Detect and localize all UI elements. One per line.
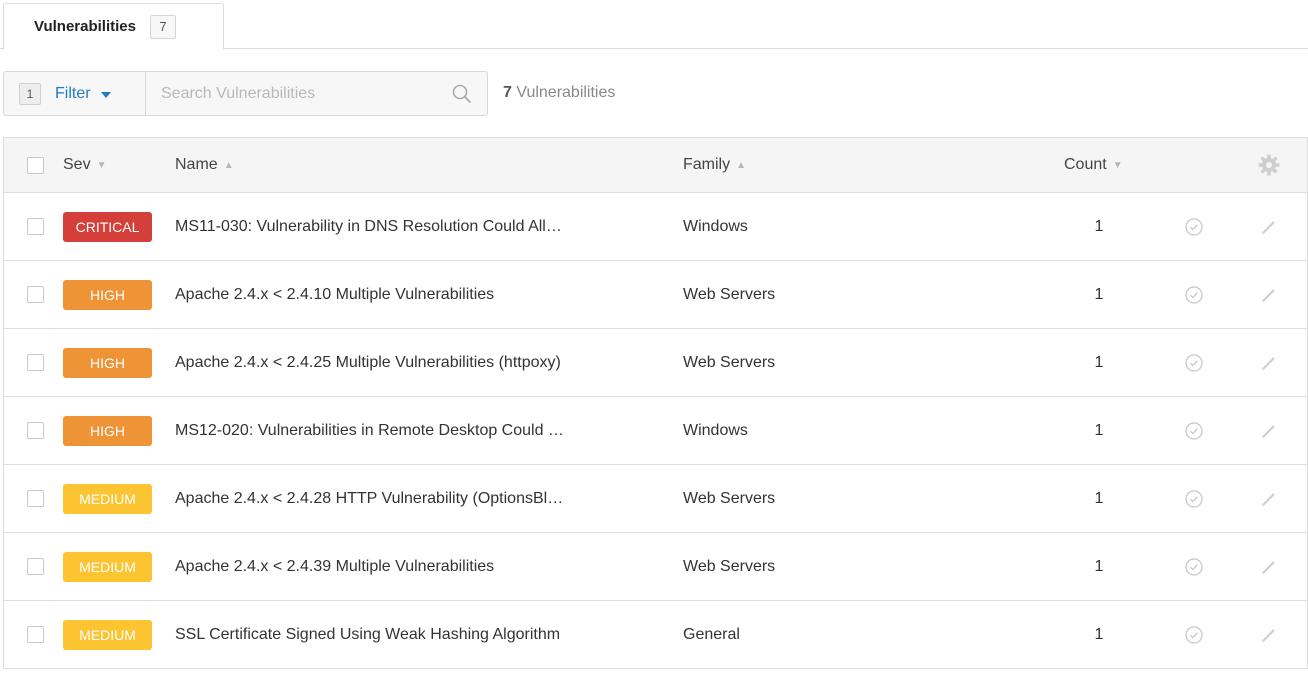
vulnerability-total-label: Vulnerabilities [516,84,616,101]
check-circle-icon[interactable] [1184,489,1204,509]
sort-desc-icon: ▼ [96,159,107,171]
vulnerability-name[interactable]: Apache 2.4.x < 2.4.39 Multiple Vulnerabi… [175,558,494,576]
row-checkbox[interactable] [27,422,44,439]
column-header-name[interactable]: Name ▲ [175,138,665,192]
severity-badge: MEDIUM [63,619,152,650]
column-header-count[interactable]: Count ▼ [1064,138,1123,192]
row-checkbox[interactable] [27,354,44,371]
severity-badge: MEDIUM [63,551,152,582]
pencil-icon[interactable] [1259,353,1279,373]
filter-count-badge: 1 [19,82,41,105]
vulnerabilities-table: Sev ▼ Name ▲ Family ▲ Count ▼ CRITICAL M… [3,137,1308,669]
sort-asc-icon: ▲ [223,159,234,171]
pencil-icon[interactable] [1259,557,1279,577]
severity-badge: HIGH [63,347,152,378]
table-row[interactable]: MEDIUM Apache 2.4.x < 2.4.28 HTTP Vulner… [4,465,1307,533]
row-checkbox[interactable] [27,490,44,507]
table-row[interactable]: HIGH Apache 2.4.x < 2.4.25 Multiple Vuln… [4,329,1307,397]
column-header-count-label: Count [1064,156,1107,173]
check-circle-icon[interactable] [1184,285,1204,305]
filter-bar: 1 Filter [3,71,488,116]
table-row[interactable]: HIGH Apache 2.4.x < 2.4.10 Multiple Vuln… [4,261,1307,329]
vulnerability-family: Web Servers [683,489,776,507]
check-circle-icon[interactable] [1184,353,1204,373]
row-checkbox[interactable] [27,286,44,303]
table-body: CRITICAL MS11-030: Vulnerability in DNS … [4,193,1307,669]
vulnerability-family: Web Servers [683,353,776,371]
select-all-checkbox[interactable] [27,156,44,174]
vulnerability-count: 1 [1094,557,1104,575]
caret-down-icon [100,91,111,98]
severity-badge: CRITICAL [63,211,152,242]
tab-vulnerabilities[interactable]: Vulnerabilities 7 [3,3,224,50]
vulnerability-total: 7 Vulnerabilities [503,84,615,102]
vulnerability-family: Windows [683,421,748,439]
row-checkbox[interactable] [27,218,44,235]
filter-button[interactable]: 1 Filter [3,71,145,116]
vulnerability-count: 1 [1094,625,1104,643]
pencil-icon[interactable] [1259,421,1279,441]
table-row[interactable]: MEDIUM SSL Certificate Signed Using Weak… [4,601,1307,669]
pencil-icon[interactable] [1259,285,1279,305]
vulnerability-count: 1 [1094,421,1104,439]
vulnerability-count: 1 [1094,489,1104,507]
vulnerability-family: Windows [683,217,748,235]
row-checkbox[interactable] [27,626,44,643]
table-header: Sev ▼ Name ▲ Family ▲ Count ▼ [4,138,1307,193]
vulnerability-count: 1 [1094,217,1104,235]
row-checkbox[interactable] [27,558,44,575]
vulnerability-name[interactable]: MS11-030: Vulnerability in DNS Resolutio… [175,218,562,236]
vulnerability-name[interactable]: MS12-020: Vulnerabilities in Remote Desk… [175,422,564,440]
severity-badge: HIGH [63,415,152,446]
pencil-icon[interactable] [1259,217,1279,237]
vulnerability-name[interactable]: Apache 2.4.x < 2.4.25 Multiple Vulnerabi… [175,354,561,372]
column-header-sev[interactable]: Sev ▼ [63,138,106,192]
check-circle-icon[interactable] [1184,557,1204,577]
vulnerability-count: 1 [1094,353,1104,371]
vulnerability-name[interactable]: SSL Certificate Signed Using Weak Hashin… [175,626,560,644]
sort-desc-icon: ▼ [1112,159,1123,171]
severity-badge: HIGH [63,279,152,310]
table-row[interactable]: HIGH MS12-020: Vulnerabilities in Remote… [4,397,1307,465]
severity-badge: MEDIUM [63,483,152,514]
pencil-icon[interactable] [1259,489,1279,509]
vulnerability-name[interactable]: Apache 2.4.x < 2.4.28 HTTP Vulnerability… [175,490,563,508]
table-row[interactable]: CRITICAL MS11-030: Vulnerability in DNS … [4,193,1307,261]
vulnerability-family: Web Servers [683,285,776,303]
tab-label: Vulnerabilities [34,18,136,35]
column-header-sev-label: Sev [63,156,91,173]
search-box [145,71,488,116]
gear-icon[interactable] [1257,153,1281,177]
search-input[interactable] [146,72,487,115]
sort-asc-icon: ▲ [736,159,747,171]
vulnerability-family: Web Servers [683,557,776,575]
column-header-name-label: Name [175,156,218,173]
column-header-family[interactable]: Family ▲ [683,138,746,192]
pencil-icon[interactable] [1259,625,1279,645]
column-header-family-label: Family [683,156,731,173]
check-circle-icon[interactable] [1184,217,1204,237]
filter-label: Filter [55,84,91,102]
vulnerability-family: General [683,625,740,643]
vulnerability-count: 1 [1094,285,1104,303]
search-icon[interactable] [451,83,473,105]
tab-count-badge: 7 [149,14,176,39]
check-circle-icon[interactable] [1184,421,1204,441]
vulnerability-name[interactable]: Apache 2.4.x < 2.4.10 Multiple Vulnerabi… [175,286,494,304]
table-row[interactable]: MEDIUM Apache 2.4.x < 2.4.39 Multiple Vu… [4,533,1307,601]
tab-bar: Vulnerabilities 7 [0,0,1308,50]
check-circle-icon[interactable] [1184,625,1204,645]
vulnerability-total-count: 7 [503,84,512,101]
